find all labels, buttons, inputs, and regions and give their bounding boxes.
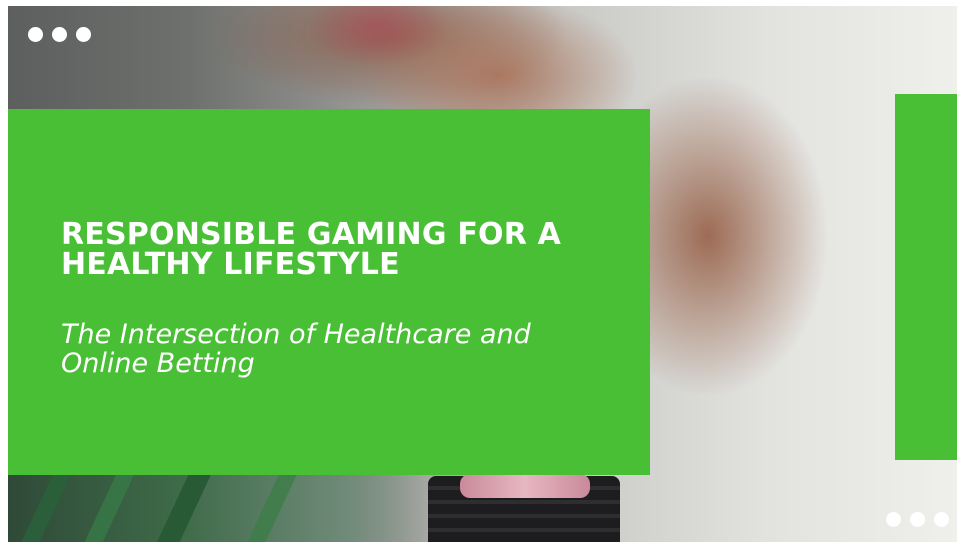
dot-icon: [886, 512, 901, 527]
dot-icon: [28, 27, 43, 42]
dot-icon: [934, 512, 949, 527]
slide-title: RESPONSIBLE GAMING FOR A HEALTHY LIFESTY…: [61, 217, 562, 282]
dot-icon: [910, 512, 925, 527]
side-accent-block: [895, 94, 957, 460]
slide-subtitle: The Intersection of Healthcare and Onlin…: [61, 319, 531, 379]
plant-image: [8, 474, 428, 542]
dot-icon: [76, 27, 91, 42]
shaker-cap-image: [460, 474, 590, 498]
dot-icon: [52, 27, 67, 42]
title-card: [8, 109, 650, 475]
bottom-right-dots-icon: [886, 512, 949, 527]
top-left-dots-icon: [28, 27, 91, 42]
